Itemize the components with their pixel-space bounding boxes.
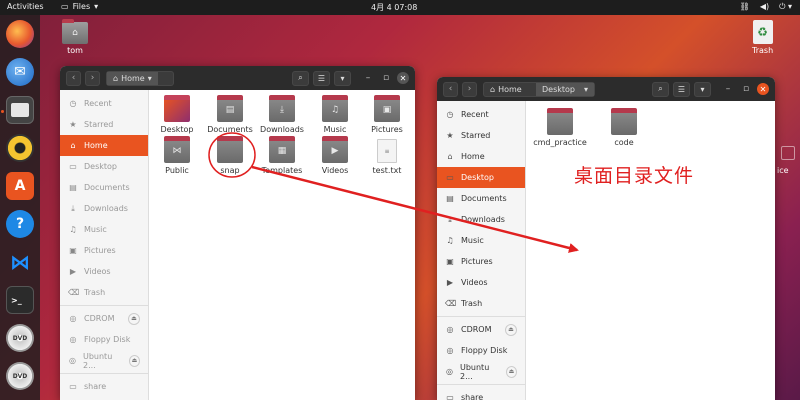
annotation-overlay [208, 132, 579, 253]
annotation-circle [208, 132, 256, 178]
annotation-arrow [251, 165, 579, 253]
